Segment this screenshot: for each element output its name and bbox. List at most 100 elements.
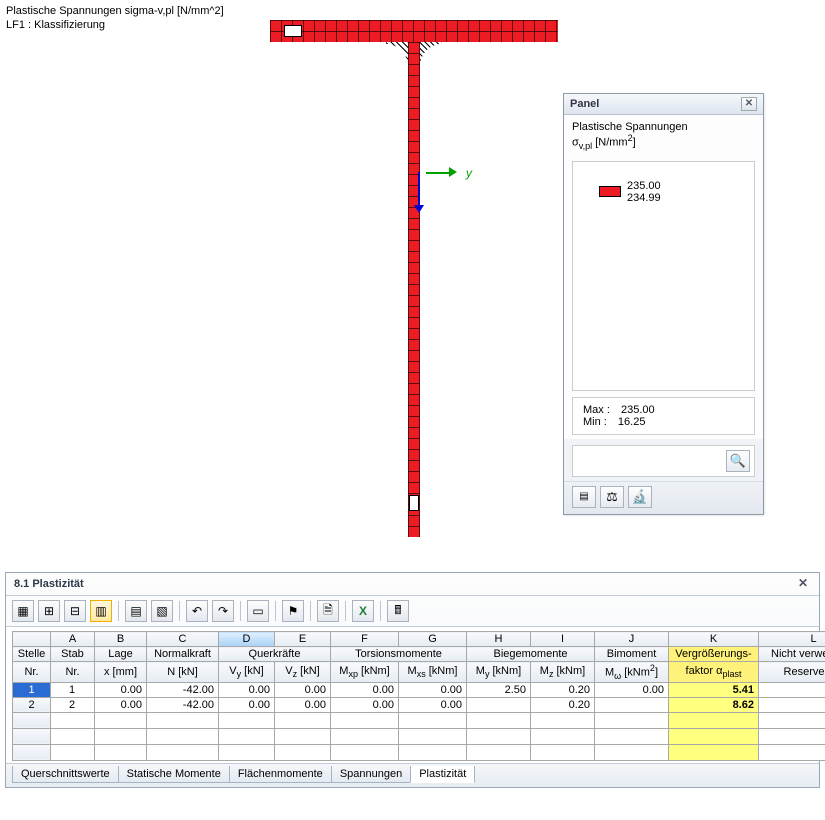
- tab-querschnittswerte[interactable]: Querschnittswerte: [12, 766, 119, 783]
- results-panel[interactable]: 8.1 Plastizität ✕ ▦ ⊞ ⊟ ▥ ▤ ▧ ↶ ↷ ▭ ⚑ 🗎 …: [5, 572, 820, 788]
- h-stab: Stab: [51, 647, 95, 662]
- col-I[interactable]: I: [531, 632, 595, 647]
- calc-icon[interactable]: 🖩: [387, 600, 409, 622]
- panel-titlebar[interactable]: Panel ✕: [564, 94, 763, 115]
- cell-Mxp[interactable]: 0.00: [331, 697, 399, 712]
- table-row-empty[interactable]: [13, 728, 825, 744]
- results-titlebar[interactable]: 8.1 Plastizität ✕: [6, 573, 819, 596]
- cell-stab[interactable]: 1: [51, 682, 95, 697]
- cell-N[interactable]: -42.00: [147, 697, 219, 712]
- table-row[interactable]: 2 2 0.00 -42.00 0.00 0.00 0.00 0.00 0.20…: [13, 697, 825, 712]
- cell-Mxs[interactable]: 0.00: [399, 682, 467, 697]
- microscope-icon[interactable]: 🔬: [628, 486, 652, 508]
- cell-Mxs[interactable]: 0.00: [399, 697, 467, 712]
- t-section-beam: [270, 20, 558, 540]
- filter-icon[interactable]: ⚑: [282, 600, 304, 622]
- col-A[interactable]: A: [51, 632, 95, 647]
- col-C[interactable]: C: [147, 632, 219, 647]
- h-bimoment: Bimoment: [595, 647, 669, 662]
- toolbar-btn-3[interactable]: ⊟: [64, 600, 86, 622]
- max-value: 235.00: [621, 404, 655, 416]
- toolbar-btn-2[interactable]: ⊞: [38, 600, 60, 622]
- axis-y: [426, 172, 453, 174]
- tab-flaechenmomente[interactable]: Flächenmomente: [229, 766, 332, 783]
- col-K[interactable]: K: [669, 632, 759, 647]
- close-icon[interactable]: ✕: [741, 97, 757, 111]
- cell-Mz[interactable]: 0.20: [531, 682, 595, 697]
- toolbar-btn-9[interactable]: ▭: [247, 600, 269, 622]
- caption-line2: LF1 : Klassifizierung: [6, 18, 224, 32]
- axis-z: [418, 172, 420, 208]
- doc-icon[interactable]: 🗎: [317, 600, 339, 622]
- cell-Vz[interactable]: 0.00: [275, 697, 331, 712]
- redo-icon[interactable]: ↷: [212, 600, 234, 622]
- undo-icon[interactable]: ↶: [186, 600, 208, 622]
- cell-alpha[interactable]: 8.62: [669, 697, 759, 712]
- toolbar-btn-4[interactable]: ▥: [90, 600, 112, 622]
- cell-Vy[interactable]: 0.00: [219, 697, 275, 712]
- toolbar-sep-5: [310, 601, 311, 621]
- row-nr[interactable]: 1: [13, 682, 51, 697]
- legend-panel[interactable]: Panel ✕ Plastische Spannungen σv,pl [N/m…: [563, 93, 764, 515]
- cell-My[interactable]: 2.50: [467, 682, 531, 697]
- toolbar-btn-5[interactable]: ▤: [125, 600, 147, 622]
- fillet-left: [386, 42, 408, 66]
- cell-N[interactable]: -42.00: [147, 682, 219, 697]
- excel-icon[interactable]: X: [352, 600, 374, 622]
- results-toolbar: ▦ ⊞ ⊟ ▥ ▤ ▧ ↶ ↷ ▭ ⚑ 🗎 X 🖩: [6, 596, 819, 627]
- legend-box: 235.00 234.99: [572, 161, 755, 391]
- table-row-empty[interactable]: [13, 744, 825, 760]
- col-F[interactable]: F: [331, 632, 399, 647]
- cell-Mz[interactable]: 0.20: [531, 697, 595, 712]
- cell-x[interactable]: 0.00: [95, 697, 147, 712]
- cell-Mw[interactable]: [595, 697, 669, 712]
- cell-Mw[interactable]: 0.00: [595, 682, 669, 697]
- cell-reserve[interactable]: 1.19: [759, 682, 825, 697]
- min-value: 16.25: [618, 416, 646, 428]
- col-B[interactable]: B: [95, 632, 147, 647]
- sh-nr: Nr.: [13, 662, 51, 683]
- tab-spannungen[interactable]: Spannungen: [331, 766, 411, 783]
- toolbar-sep-7: [380, 601, 381, 621]
- cell-My[interactable]: [467, 697, 531, 712]
- h-lage: Lage: [95, 647, 147, 662]
- h-querkraefte: Querkräfte: [219, 647, 331, 662]
- col-G[interactable]: G: [399, 632, 467, 647]
- results-table[interactable]: A B C D E F G H I J K L Stelle Stab Lage…: [12, 631, 825, 761]
- toolbar-btn-6[interactable]: ▧: [151, 600, 173, 622]
- row-nr[interactable]: 2: [13, 697, 51, 712]
- col-D[interactable]: D: [219, 632, 275, 647]
- group-header-row: Stelle Stab Lage Normalkraft Querkräfte …: [13, 647, 825, 662]
- toolbar-sep-2: [179, 601, 180, 621]
- table-row[interactable]: 1 1 0.00 -42.00 0.00 0.00 0.00 0.00 2.50…: [13, 682, 825, 697]
- panel-body: Plastische Spannungen σv,pl [N/mm2] 235.…: [564, 115, 763, 439]
- table-row-empty[interactable]: [13, 712, 825, 728]
- sh-stabnr: Nr.: [51, 662, 95, 683]
- palette-icon[interactable]: ▤: [572, 486, 596, 508]
- tab-statische-momente[interactable]: Statische Momente: [118, 766, 230, 783]
- cell-alpha[interactable]: 5.41: [669, 682, 759, 697]
- results-close-icon[interactable]: ✕: [795, 577, 811, 591]
- cell-stab[interactable]: 2: [51, 697, 95, 712]
- cell-Vz[interactable]: 0.00: [275, 682, 331, 697]
- col-H[interactable]: H: [467, 632, 531, 647]
- balance-icon[interactable]: ⚖: [600, 486, 624, 508]
- cell-x[interactable]: 0.00: [95, 682, 147, 697]
- col-E[interactable]: E: [275, 632, 331, 647]
- sh-N: N [kN]: [147, 662, 219, 683]
- tab-plastizitaet[interactable]: Plastizität: [410, 766, 475, 783]
- col-blank[interactable]: [13, 632, 51, 647]
- h-torsion: Torsionsmomente: [331, 647, 467, 662]
- cell-Mxp[interactable]: 0.00: [331, 682, 399, 697]
- unplastic-patch-web: [409, 495, 419, 511]
- cell-Vy[interactable]: 0.00: [219, 682, 275, 697]
- sh-Vz: Vz [kN]: [275, 662, 331, 683]
- col-J[interactable]: J: [595, 632, 669, 647]
- sh-Mxs: Mxs [kNm]: [399, 662, 467, 683]
- cell-reserve[interactable]: 1.29: [759, 697, 825, 712]
- max-label: Max :: [583, 404, 610, 416]
- zoom-icon[interactable]: 🔍: [726, 450, 750, 472]
- sub-header-row: Nr. Nr. x [mm] N [kN] Vy [kN] Vz [kN] Mx…: [13, 662, 825, 683]
- toolbar-btn-1[interactable]: ▦: [12, 600, 34, 622]
- col-L[interactable]: L: [759, 632, 825, 647]
